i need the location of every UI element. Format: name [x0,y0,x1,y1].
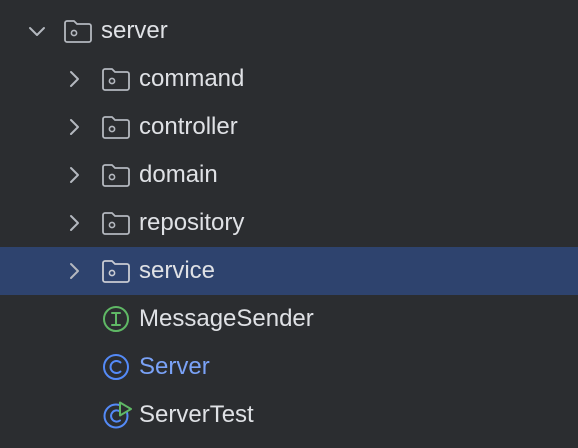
tree-item-label: Server [139,353,210,380]
project-tree: server command controller domain reposit… [0,0,578,448]
tree-row-repository[interactable]: repository [0,199,578,247]
tree-row-controller[interactable]: controller [0,103,578,151]
tree-item-label: domain [139,161,218,188]
tree-item-label: repository [139,209,245,236]
package-folder-icon [102,116,130,139]
package-folder-icon [102,68,130,91]
tree-row-messagesender[interactable]: MessageSender [0,295,578,343]
tree-item-label: MessageSender [139,305,314,332]
chevron-right-icon[interactable] [62,211,86,235]
tree-item-label: ServerTest [139,401,254,428]
tree-item-label: command [139,65,245,92]
chevron-right-icon[interactable] [62,115,86,139]
class-icon [103,354,129,380]
tree-row-domain[interactable]: domain [0,151,578,199]
package-folder-icon [102,260,130,283]
tree-row-command[interactable]: command [0,55,578,103]
tree-row-server[interactable]: server [0,7,578,55]
package-folder-icon [102,212,130,235]
tree-item-label: server [101,17,168,44]
chevron-right-icon[interactable] [62,163,86,187]
tree-item-label: controller [139,113,238,140]
package-folder-icon [102,164,130,187]
chevron-right-icon[interactable] [62,259,86,283]
chevron-down-icon[interactable] [25,19,49,43]
tree-row-server-class[interactable]: Server [0,343,578,391]
interface-icon [103,306,129,332]
chevron-right-icon[interactable] [62,67,86,91]
test-class-icon [103,401,132,429]
tree-row-servertest[interactable]: ServerTest [0,391,578,439]
tree-row-service[interactable]: service [0,247,578,295]
tree-item-label: service [139,257,216,284]
package-folder-icon [64,20,92,43]
